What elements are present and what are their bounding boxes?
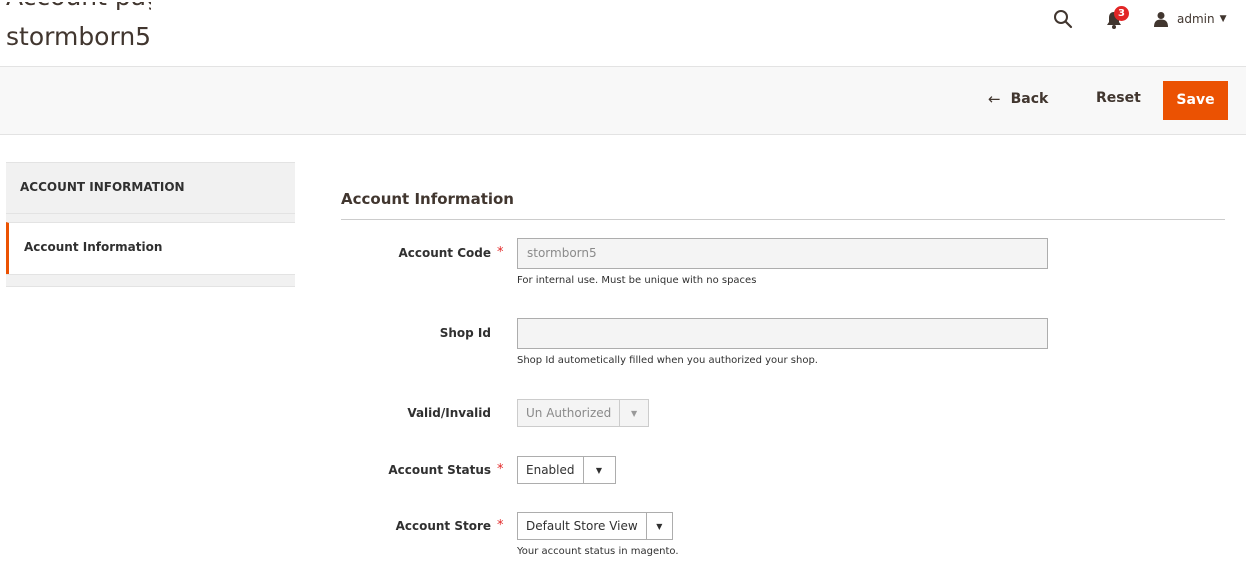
chevron-down-icon: ▼ [1219, 14, 1227, 24]
shop-id-row: Shop Id Shop Id autometically filled whe… [341, 318, 1221, 378]
sidebar-item-account-information[interactable]: Account Information [6, 222, 295, 274]
user-icon [1154, 12, 1168, 27]
page-actions-bar: ← Back Reset Save [0, 66, 1246, 135]
sidebar-divider [6, 214, 295, 222]
valid-invalid-value: Un Authorized [526, 406, 612, 420]
required-marker: * [497, 462, 504, 477]
sidebar-footer [6, 274, 295, 287]
account-store-select[interactable]: Default Store View ▼ [517, 512, 673, 540]
required-marker: * [497, 518, 504, 533]
account-store-value: Default Store View [526, 519, 638, 533]
section-divider [341, 219, 1225, 220]
account-status-row: Account Status * Enabled ▼ [341, 456, 1221, 486]
admin-toolbar: 3 admin ▼ [986, 0, 1246, 40]
reset-button[interactable]: Reset [1096, 90, 1141, 106]
shop-id-label: Shop Id [439, 326, 491, 340]
account-code-label: Account Code [398, 246, 491, 260]
shop-id-note: Shop Id autometically filled when you au… [517, 355, 818, 366]
user-name: admin [1177, 12, 1215, 26]
account-status-select[interactable]: Enabled ▼ [517, 456, 616, 484]
arrow-left-icon: ← [988, 90, 1001, 108]
user-menu[interactable]: admin ▼ [1153, 8, 1227, 30]
shop-id-input[interactable] [517, 318, 1048, 349]
account-status-value: Enabled [526, 463, 575, 477]
account-store-label: Account Store [395, 519, 491, 533]
valid-invalid-select: Un Authorized ▼ [517, 399, 649, 427]
account-code-note: For internal use. Must be unique with no… [517, 275, 757, 286]
account-code-input[interactable]: stormborn5 [517, 238, 1048, 269]
account-code-row: Account Code * stormborn5 For internal u… [341, 238, 1221, 298]
back-button-label: Back [1010, 91, 1049, 107]
sidebar-heading: ACCOUNT INFORMATION [6, 162, 295, 214]
sidebar: ACCOUNT INFORMATION Account Information [6, 162, 295, 287]
page-title: Account page up then press any account. … [6, 2, 151, 48]
chevron-down-icon: ▼ [619, 400, 648, 426]
valid-invalid-row: Valid/Invalid Un Authorized ▼ [341, 399, 1221, 429]
chevron-down-icon: ▼ [582, 457, 615, 483]
notifications-button[interactable]: 3 [1105, 6, 1131, 30]
account-store-note: Your account status in magento. [517, 546, 679, 557]
account-store-row: Account Store * Default Store View ▼ You… [341, 512, 1221, 563]
save-button[interactable]: Save [1163, 81, 1228, 120]
search-icon[interactable] [1052, 8, 1074, 30]
section-title: Account Information [341, 190, 514, 208]
required-marker: * [497, 245, 504, 260]
chevron-down-icon: ▼ [645, 513, 672, 539]
account-status-label: Account Status [388, 463, 491, 477]
back-button[interactable]: ← Back [988, 90, 1048, 108]
valid-invalid-label: Valid/Invalid [407, 406, 491, 420]
page-title-text: stormborn5 [6, 22, 152, 48]
notifications-badge: 3 [1114, 6, 1129, 21]
